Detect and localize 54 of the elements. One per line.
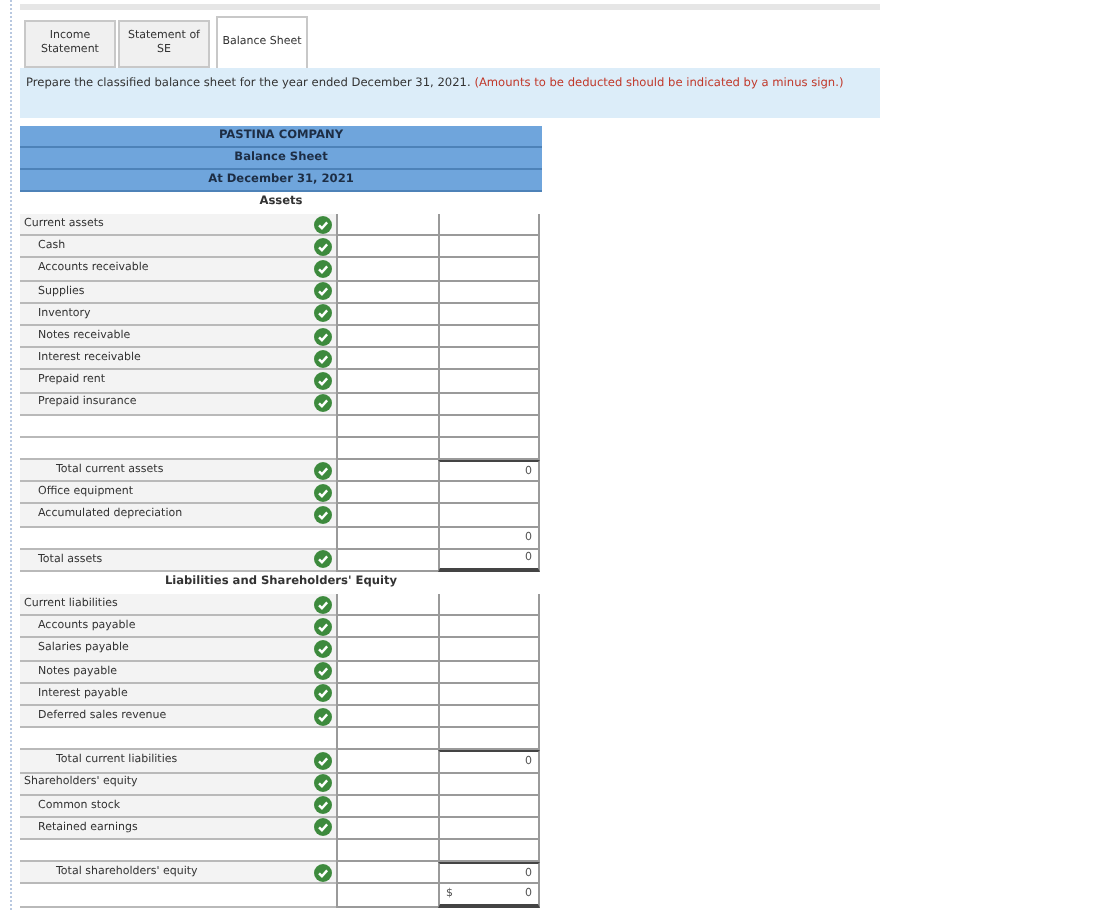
amount-input[interactable] (336, 258, 438, 282)
amount-input[interactable] (438, 214, 540, 237)
amount-input[interactable] (336, 661, 438, 684)
amount-input[interactable] (336, 325, 438, 349)
amount-input[interactable] (336, 482, 438, 505)
amount-input[interactable] (336, 348, 438, 371)
amount-input[interactable] (336, 594, 438, 617)
amount-input[interactable] (438, 661, 540, 684)
amount-input[interactable] (336, 236, 438, 259)
amount-input[interactable] (438, 258, 540, 282)
amount-input[interactable] (438, 840, 540, 863)
amount-input[interactable] (438, 393, 540, 416)
amount-input[interactable] (438, 728, 540, 751)
amount-input[interactable] (336, 840, 438, 863)
amount-input[interactable] (438, 348, 540, 371)
amount-input[interactable] (336, 862, 438, 885)
amount-input[interactable] (336, 281, 438, 304)
amount-input[interactable] (336, 460, 438, 483)
amount-input[interactable] (336, 214, 438, 237)
amount-input[interactable] (336, 750, 438, 773)
amount-input[interactable] (336, 549, 438, 572)
amount-input[interactable] (438, 325, 540, 349)
amount-input[interactable] (336, 795, 438, 818)
amount-input[interactable] (438, 437, 540, 461)
amount-input[interactable] (336, 504, 438, 528)
amount-input[interactable] (336, 638, 438, 662)
amount-input[interactable] (438, 504, 540, 528)
amount-input[interactable] (438, 705, 540, 729)
amount-input[interactable] (438, 594, 540, 617)
amount-input[interactable] (336, 415, 438, 438)
amount-input[interactable] (336, 683, 438, 706)
amount-input[interactable] (336, 370, 438, 393)
amount-input[interactable] (336, 773, 438, 796)
amount-input[interactable] (336, 437, 438, 461)
amount-input[interactable] (336, 817, 438, 841)
amount-input[interactable] (336, 728, 438, 751)
amount-input[interactable] (438, 616, 540, 639)
amount-input[interactable] (336, 303, 438, 326)
amount-input[interactable] (438, 638, 540, 662)
amount-input[interactable] (438, 482, 540, 505)
amount-input[interactable] (438, 370, 540, 393)
amount-input[interactable] (438, 683, 540, 706)
amount-input[interactable] (336, 705, 438, 729)
amount-input[interactable] (438, 773, 540, 796)
amount-input[interactable] (438, 415, 540, 438)
amount-input[interactable] (438, 236, 540, 259)
amount-input[interactable] (336, 393, 438, 416)
amount-input[interactable] (336, 527, 438, 550)
amount-input[interactable] (336, 616, 438, 639)
amount-input[interactable] (438, 281, 540, 304)
amount-input[interactable] (438, 303, 540, 326)
amount-input[interactable] (438, 795, 540, 818)
amount-input[interactable] (438, 817, 540, 841)
amount-input[interactable] (336, 884, 438, 908)
